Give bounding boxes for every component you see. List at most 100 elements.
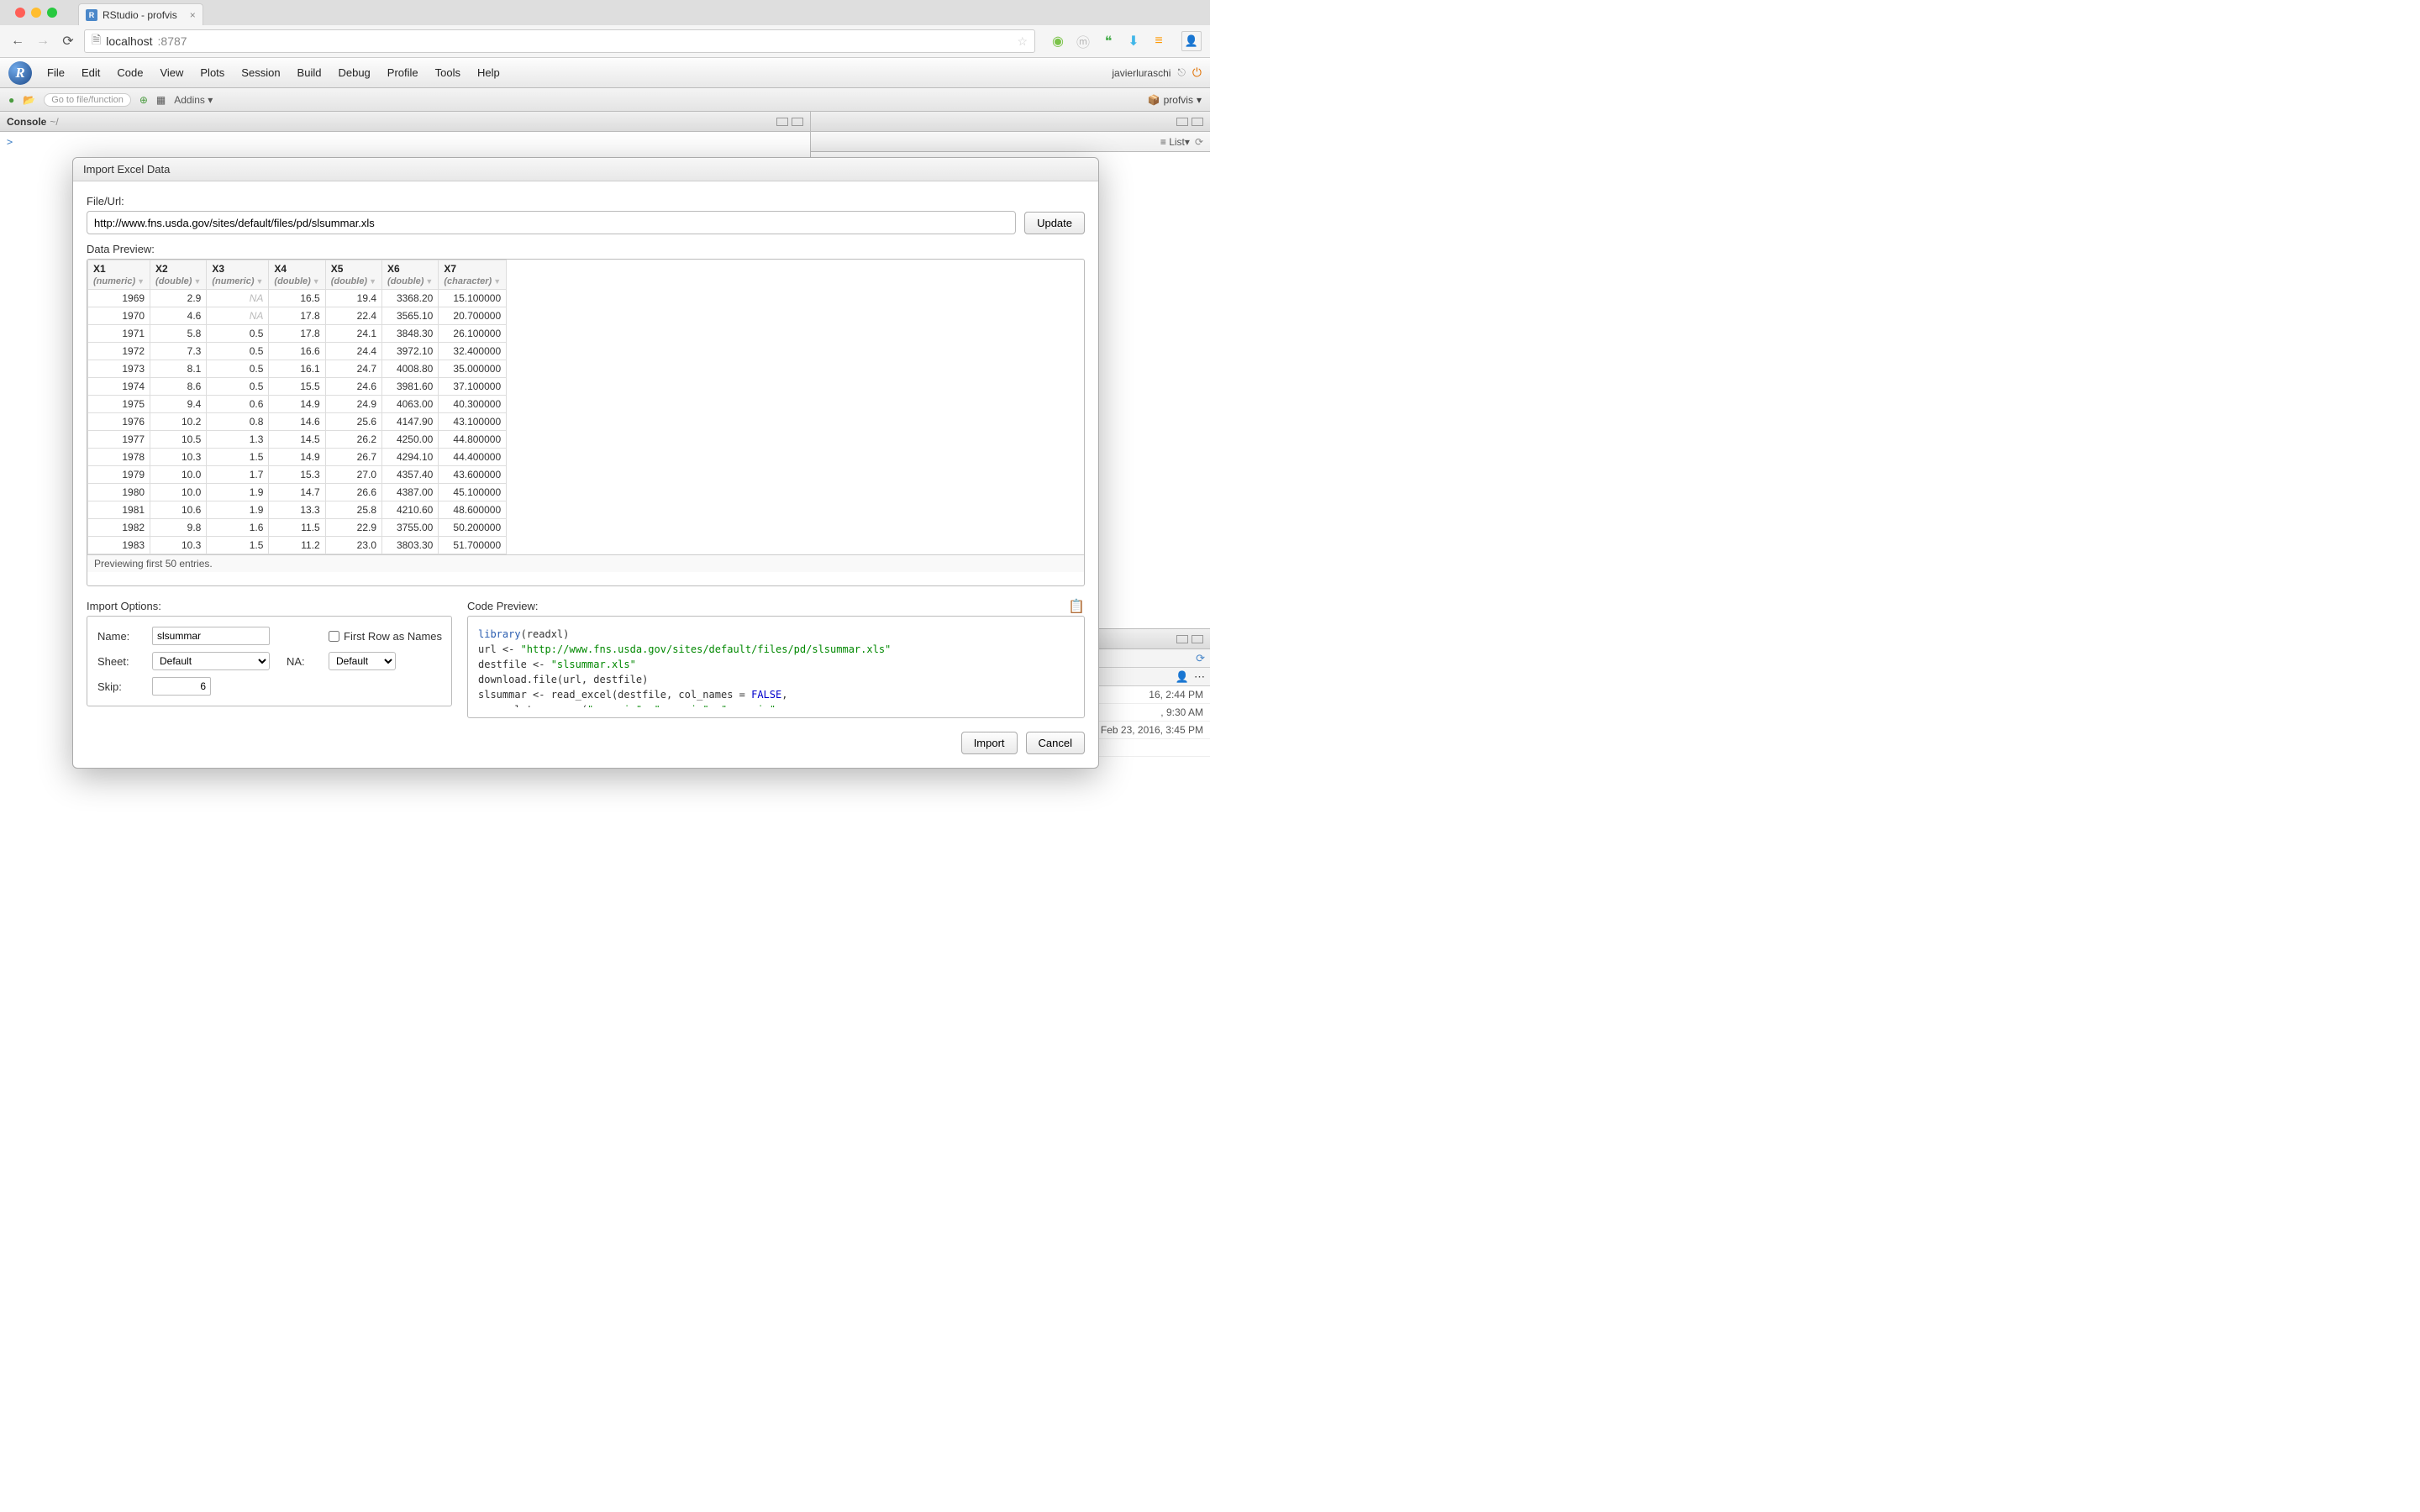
- table-cell: 35.000000: [439, 360, 507, 378]
- reload-icon[interactable]: ⟳: [59, 32, 77, 50]
- table-cell: 1.5: [207, 537, 269, 554]
- table-cell: 17.8: [269, 325, 325, 343]
- data-preview-scroll[interactable]: X1(numeric)▼X2(double)▼X3(numeric)▼X4(do…: [87, 260, 1084, 554]
- hamburger-icon[interactable]: ≡: [1151, 34, 1166, 49]
- table-cell: 19.4: [325, 290, 381, 307]
- table-cell: 3755.00: [382, 519, 439, 537]
- hangouts-icon[interactable]: ❝: [1101, 34, 1116, 49]
- skip-input[interactable]: [152, 677, 211, 696]
- file-url-input[interactable]: [87, 211, 1016, 234]
- table-cell: NA: [207, 290, 269, 307]
- table-cell: 0.8: [207, 413, 269, 431]
- table-cell: 4008.80: [382, 360, 439, 378]
- logout-icon[interactable]: ⎋: [1177, 66, 1186, 79]
- column-header[interactable]: X5(double)▼: [325, 260, 381, 290]
- menu-debug[interactable]: Debug: [338, 66, 370, 79]
- skip-label: Skip:: [97, 680, 144, 693]
- table-cell: 43.100000: [439, 413, 507, 431]
- code-preview[interactable]: library(readxl) url <- "http://www.fns.u…: [478, 627, 1074, 707]
- user-profile-icon[interactable]: 👤: [1181, 31, 1202, 51]
- menu-view[interactable]: View: [160, 66, 183, 79]
- pane-min-icon[interactable]: [1176, 635, 1188, 643]
- table-cell: 14.9: [269, 396, 325, 413]
- cancel-button[interactable]: Cancel: [1026, 732, 1085, 754]
- user-icon[interactable]: 👤: [1176, 670, 1189, 684]
- maximize-window-icon[interactable]: [47, 8, 57, 18]
- column-header[interactable]: X7(character)▼: [439, 260, 507, 290]
- column-header[interactable]: X6(double)▼: [382, 260, 439, 290]
- menu-help[interactable]: Help: [477, 66, 500, 79]
- tab-close-icon[interactable]: ×: [190, 9, 196, 21]
- name-label: Name:: [97, 630, 144, 643]
- na-select[interactable]: Default: [329, 652, 396, 670]
- addins-menu[interactable]: Addins ▾: [174, 94, 213, 106]
- browser-tab[interactable]: R RStudio - profvis ×: [78, 3, 203, 25]
- table-cell: 1977: [88, 431, 150, 449]
- menu-edit[interactable]: Edit: [82, 66, 100, 79]
- refresh-icon[interactable]: ⟳: [1195, 136, 1203, 148]
- menu-profile[interactable]: Profile: [387, 66, 418, 79]
- table-cell: 1973: [88, 360, 150, 378]
- extension-icon[interactable]: ⬇: [1126, 34, 1141, 49]
- table-cell: 27.0: [325, 466, 381, 484]
- column-header[interactable]: X1(numeric)▼: [88, 260, 150, 290]
- env-header: [811, 112, 1210, 132]
- extension-icon[interactable]: ⓜ: [1076, 34, 1091, 49]
- menu-file[interactable]: File: [47, 66, 65, 79]
- table-cell: 1974: [88, 378, 150, 396]
- table-cell: 1.9: [207, 484, 269, 501]
- open-file-icon[interactable]: 📂: [23, 94, 35, 106]
- table-cell: 1970: [88, 307, 150, 325]
- bookmark-star-icon[interactable]: ☆: [1017, 34, 1028, 49]
- name-input[interactable]: [152, 627, 270, 645]
- go-to-file-input[interactable]: Go to file/function: [44, 93, 131, 107]
- address-bar[interactable]: 🗎 localhost:8787 ☆: [84, 29, 1035, 53]
- table-cell: 9.4: [150, 396, 207, 413]
- pane-min-icon[interactable]: [1176, 118, 1188, 126]
- update-button[interactable]: Update: [1024, 212, 1085, 234]
- list-view-toggle[interactable]: ≡ List▾: [1160, 136, 1190, 148]
- menu-build[interactable]: Build: [297, 66, 322, 79]
- console-body[interactable]: >: [0, 132, 810, 151]
- user-area: javierluraschi ⎋ ⏻: [1112, 66, 1202, 80]
- table-cell: 1983: [88, 537, 150, 554]
- minimize-window-icon[interactable]: [31, 8, 41, 18]
- menu-session[interactable]: Session: [241, 66, 280, 79]
- forward-icon[interactable]: →: [34, 32, 52, 50]
- column-header[interactable]: X3(numeric)▼: [207, 260, 269, 290]
- table-cell: 10.0: [150, 484, 207, 501]
- toolbar-icon[interactable]: ▦: [156, 94, 166, 106]
- column-header[interactable]: X4(double)▼: [269, 260, 325, 290]
- clipboard-icon[interactable]: 📋: [1068, 598, 1085, 615]
- table-cell: 8.6: [150, 378, 207, 396]
- menu-plots[interactable]: Plots: [200, 66, 224, 79]
- table-cell: 0.6: [207, 396, 269, 413]
- close-window-icon[interactable]: [15, 8, 25, 18]
- import-button[interactable]: Import: [961, 732, 1018, 754]
- table-cell: 3981.60: [382, 378, 439, 396]
- back-icon[interactable]: ←: [8, 32, 27, 50]
- menu-tools[interactable]: Tools: [435, 66, 460, 79]
- more-icon[interactable]: ⋯: [1194, 670, 1205, 684]
- extension-icon[interactable]: ◉: [1050, 34, 1065, 49]
- rstudio-app: R FileEditCodeViewPlotsSessionBuildDebug…: [0, 58, 1210, 757]
- project-selector[interactable]: 📦 profvis ▾: [1148, 94, 1202, 106]
- pane-max-icon[interactable]: [1192, 635, 1203, 643]
- table-cell: 25.8: [325, 501, 381, 519]
- toolbar-icon[interactable]: ⊕: [139, 94, 148, 106]
- table-cell: 15.5: [269, 378, 325, 396]
- pane-min-icon[interactable]: [776, 118, 788, 126]
- menu-code[interactable]: Code: [117, 66, 143, 79]
- table-row: 19704.6NA17.822.43565.1020.700000: [88, 307, 507, 325]
- refresh-icon[interactable]: ⟳: [1196, 652, 1205, 665]
- main-menu: File Edit Code View Plots Session Build Debug Pr…: [47, 66, 500, 79]
- column-header[interactable]: X2(double)▼: [150, 260, 207, 290]
- sheet-select[interactable]: Default: [152, 652, 270, 670]
- pane-max-icon[interactable]: [1192, 118, 1203, 126]
- power-icon[interactable]: ⏻: [1192, 66, 1202, 80]
- table-row: 19715.80.517.824.13848.3026.100000: [88, 325, 507, 343]
- new-file-icon[interactable]: ●: [8, 94, 14, 106]
- pane-max-icon[interactable]: [792, 118, 803, 126]
- first-row-checkbox[interactable]: First Row as Names: [329, 630, 455, 643]
- table-cell: 26.7: [325, 449, 381, 466]
